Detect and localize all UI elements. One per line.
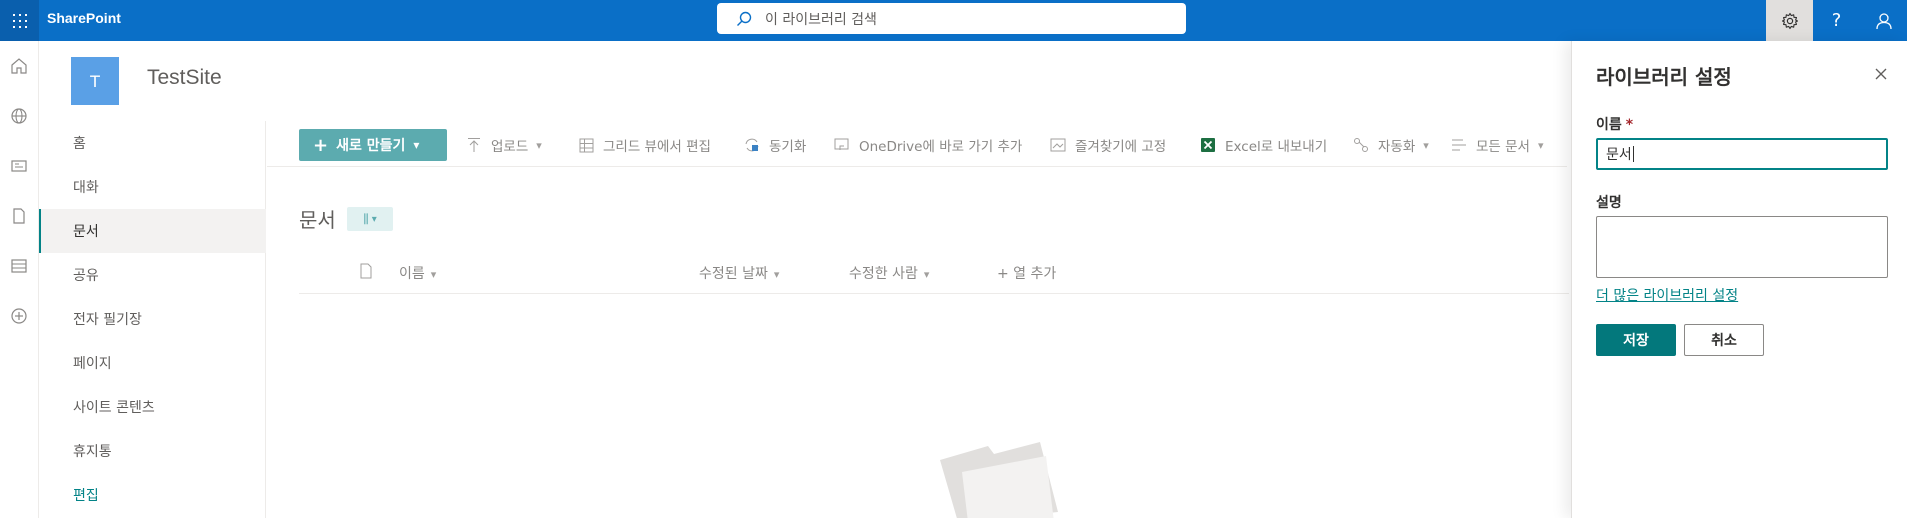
list-icon[interactable] [7, 254, 31, 278]
nav-item-pages[interactable]: 페이지 [39, 341, 266, 385]
name-input[interactable]: 문서 [1596, 138, 1888, 170]
left-navigation: 홈 대화 문서 공유 전자 필기장 페이지 사이트 콘텐츠 휴지통 편집 [39, 121, 266, 518]
automate-button[interactable]: 자동화 ▾ [1352, 133, 1429, 157]
column-header-name[interactable]: 이름 ▾ [399, 263, 436, 283]
globe-icon[interactable] [7, 104, 31, 128]
view-selector-label: 모든 문서 [1476, 139, 1530, 155]
add-circle-icon[interactable] [7, 304, 31, 328]
file-type-icon[interactable] [359, 263, 373, 283]
description-field-label: 설명 [1596, 195, 1622, 211]
add-column-button[interactable]: + 열 추가 [997, 263, 1056, 283]
chevron-down-icon: ▾ [773, 268, 780, 281]
upload-button[interactable]: 업로드 ▾ [465, 133, 542, 157]
app-launcher-button[interactable] [0, 0, 39, 41]
pin-favorites-label: 즐겨찾기에 고정 [1075, 139, 1167, 155]
nav-item-recycle-bin[interactable]: 휴지통 [39, 429, 266, 473]
nav-item-home[interactable]: 홈 [39, 121, 266, 165]
required-asterisk: * [1625, 117, 1634, 133]
chevron-down-icon: ▾ [1537, 138, 1544, 152]
chevron-down-icon: ▾ [413, 138, 420, 152]
person-icon [1875, 12, 1892, 29]
pin-favorites-button[interactable]: 즐겨찾기에 고정 [1049, 133, 1166, 157]
chevron-down-icon: ▾ [923, 268, 930, 281]
sync-icon [743, 136, 761, 154]
nav-item-documents[interactable]: 문서 [39, 209, 266, 253]
search-placeholder: 이 라이브러리 검색 [765, 11, 877, 28]
pin-icon [1049, 136, 1067, 154]
site-logo[interactable]: T [71, 57, 119, 105]
nav-item-site-contents[interactable]: 사이트 콘텐츠 [39, 385, 266, 429]
sync-button[interactable]: 동기화 [743, 133, 806, 157]
waffle-icon [12, 13, 27, 28]
library-view-button[interactable]: ⫼ ▾ [347, 207, 393, 231]
upload-label: 업로드 [491, 139, 529, 155]
help-icon: ? [1831, 10, 1842, 31]
column-header-row: 이름 ▾ 수정된 날짜 ▾ 수정한 사람 ▾ + 열 추가 [299, 251, 1569, 294]
new-button[interactable]: + 새로 만들기 ▾ [299, 129, 447, 161]
column-header-modified[interactable]: 수정된 날짜 ▾ [699, 263, 779, 283]
app-name[interactable]: SharePoint [47, 10, 121, 26]
sync-label: 동기화 [769, 139, 807, 155]
more-library-settings-link[interactable]: 더 많은 라이브러리 설정 [1596, 285, 1738, 305]
column-modified-by-label: 수정한 사람 [849, 266, 918, 282]
view-selector[interactable]: 모든 문서 ▾ [1450, 133, 1544, 157]
chevron-down-icon: ▾ [536, 138, 542, 152]
search-box[interactable]: 이 라이브러리 검색 [717, 3, 1186, 34]
export-excel-button[interactable]: Excel로 내보내기 [1199, 133, 1327, 157]
command-bar: + 새로 만들기 ▾ 업로드 ▾ 그리드 뷰에서 편집 동기화 OneDrive… [267, 121, 1567, 167]
settings-button[interactable] [1766, 0, 1813, 41]
excel-icon [1199, 136, 1217, 154]
account-button[interactable] [1860, 0, 1907, 41]
chevron-down-icon: ▾ [1423, 138, 1429, 152]
automate-label: 자동화 [1378, 139, 1416, 155]
panel-title: 라이브러리 설정 [1596, 65, 1732, 89]
onedrive-shortcut-label: OneDrive에 바로 가기 추가 [859, 139, 1023, 155]
new-button-label: 새로 만들기 [336, 138, 406, 154]
search-icon [737, 11, 752, 26]
library-icon: ⫼ [363, 211, 369, 226]
column-header-modified-by[interactable]: 수정한 사람 ▾ [849, 263, 929, 283]
app-bar [0, 41, 39, 518]
home-icon[interactable] [7, 54, 31, 78]
name-input-value: 문서 [1606, 147, 1632, 163]
save-button[interactable]: 저장 [1596, 324, 1676, 356]
name-field-label: 이름 * [1596, 114, 1633, 134]
nav-item-conversations[interactable]: 대화 [39, 165, 266, 209]
column-name-label: 이름 [399, 266, 425, 282]
plus-icon: + [313, 134, 329, 156]
gear-icon [1781, 12, 1798, 29]
grid-edit-label: 그리드 뷰에서 편집 [603, 139, 711, 155]
view-list-icon [1450, 136, 1468, 154]
chevron-down-icon: ▾ [371, 213, 377, 225]
grid-edit-button[interactable]: 그리드 뷰에서 편집 [577, 133, 711, 157]
nav-item-notebook[interactable]: 전자 필기장 [39, 297, 266, 341]
empty-folder-illustration [940, 442, 1058, 518]
close-icon[interactable] [1872, 65, 1890, 83]
file-icon[interactable] [7, 204, 31, 228]
nav-edit-link[interactable]: 편집 [39, 473, 266, 517]
help-button[interactable]: ? [1813, 0, 1860, 41]
site-title[interactable]: TestSite [147, 66, 222, 90]
upload-icon [465, 136, 483, 154]
chevron-down-icon: ▾ [430, 268, 437, 281]
news-icon[interactable] [7, 154, 31, 178]
text-caret [1632, 146, 1634, 162]
shortcut-icon [833, 136, 851, 154]
nav-item-shared[interactable]: 공유 [39, 253, 266, 297]
column-modified-label: 수정된 날짜 [699, 266, 768, 282]
library-title: 문서 [299, 208, 336, 232]
grid-icon [577, 136, 595, 154]
onedrive-shortcut-button[interactable]: OneDrive에 바로 가기 추가 [833, 133, 1022, 157]
library-settings-panel: 라이브러리 설정 이름 * 문서 설명 더 많은 라이브러리 설정 저장 취소 [1571, 41, 1907, 518]
cancel-button[interactable]: 취소 [1684, 324, 1764, 356]
suite-bar: SharePoint 이 라이브러리 검색 ? [0, 0, 1907, 41]
name-label-text: 이름 [1596, 117, 1622, 133]
export-excel-label: Excel로 내보내기 [1225, 139, 1328, 155]
site-logo-letter: T [90, 71, 100, 91]
flow-icon [1352, 136, 1370, 154]
description-input[interactable] [1596, 216, 1888, 278]
